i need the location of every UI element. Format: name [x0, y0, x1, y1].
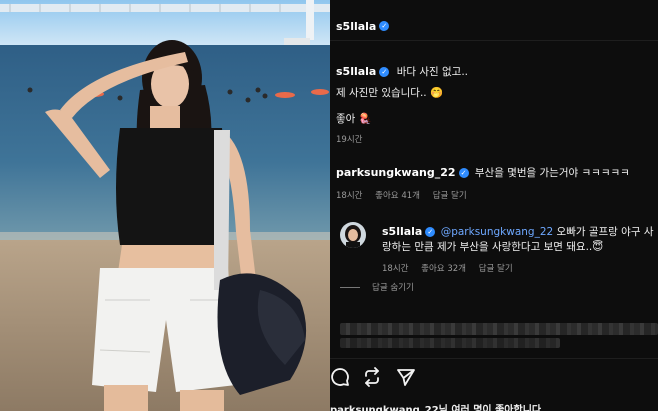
- reply-text-line2: 랑하는 만큼 제가 부산을 사랑한다고 보면 돼요..: [382, 241, 593, 253]
- actions-divider: [330, 358, 658, 359]
- caption-line2: 제 사진만 있습니다..: [336, 87, 427, 99]
- comment-item: parksungkwang_22 ✓ 부산을 몇번을 가는거야 ㅋㅋㅋㅋㅋ: [336, 165, 654, 180]
- hide-replies-button[interactable]: 답글 숨기기: [340, 281, 414, 293]
- likes-summary[interactable]: parksungkwang_22님 여러 명이 좋아합니다: [330, 401, 541, 411]
- hide-replies-label: 답글 숨기기: [372, 283, 414, 293]
- comment-reply-button[interactable]: 답글 달기: [433, 191, 467, 201]
- comment-time: 18시간: [336, 191, 363, 201]
- comment-likes[interactable]: 좋아요 41개: [375, 191, 420, 201]
- caption-like-line: 좋아 🪼: [336, 111, 372, 126]
- reply-meta: 18시간 좋아요 32개 답글 달기: [382, 262, 513, 274]
- reply-likes[interactable]: 좋아요 32개: [421, 264, 466, 274]
- beach-photo: [0, 0, 330, 411]
- reply-mention[interactable]: @parksungkwang_22: [441, 226, 553, 238]
- comment-icon[interactable]: [330, 367, 350, 387]
- reply-emoji: 😇: [592, 241, 604, 253]
- verified-badge-icon: ✓: [379, 67, 390, 77]
- blurred-comment-line: [340, 338, 560, 348]
- caption-line1: 바다 사진 없고..: [396, 66, 469, 78]
- reply-line1: s5llala ✓ @parksungkwang_22 오빠가 골프랑 야구 사: [382, 224, 658, 239]
- comment-text: 부산을 몇번을 가는거야 ㅋㅋㅋㅋㅋ: [474, 167, 630, 179]
- header-username[interactable]: s5llala: [336, 20, 376, 33]
- reply-username[interactable]: s5llala: [382, 225, 422, 238]
- header-divider: [330, 40, 658, 41]
- caption-username[interactable]: s5llala: [336, 65, 376, 78]
- avatar[interactable]: [340, 222, 366, 248]
- post-photo[interactable]: [0, 0, 330, 411]
- blurred-comment-line: [340, 323, 658, 335]
- reply-line2: 랑하는 만큼 제가 부산을 사랑한다고 보면 돼요..😇: [382, 239, 603, 254]
- reply-reply-button[interactable]: 답글 달기: [479, 264, 513, 274]
- caption-like-text: 좋아: [336, 113, 356, 125]
- caption-emoji: 🤭: [429, 87, 444, 99]
- comments-panel: s5llala ✓ s5llala ✓ 바다 사진 없고.. 제 사진만 있습니다.…: [330, 0, 658, 411]
- caption: s5llala ✓ 바다 사진 없고.. 제 사진만 있습니다.. 🤭: [336, 64, 646, 100]
- verified-badge-icon: ✓: [458, 168, 469, 178]
- verified-badge-icon: ✓: [379, 20, 390, 31]
- repost-icon[interactable]: [362, 367, 382, 387]
- caption-time: 19시간: [336, 135, 363, 145]
- comment-username[interactable]: parksungkwang_22: [336, 166, 456, 179]
- reply-time: 18시간: [382, 264, 409, 274]
- share-icon[interactable]: [396, 367, 416, 387]
- post-header: s5llala ✓: [336, 15, 390, 34]
- comment-meta: 18시간 좋아요 41개 답글 달기: [336, 189, 467, 201]
- verified-badge-icon: ✓: [425, 227, 436, 237]
- hide-replies-line: [340, 287, 360, 288]
- reply-text-line1: 오빠가 골프랑 야구 사: [556, 226, 654, 238]
- caption-like-emoji: 🪼: [358, 113, 372, 125]
